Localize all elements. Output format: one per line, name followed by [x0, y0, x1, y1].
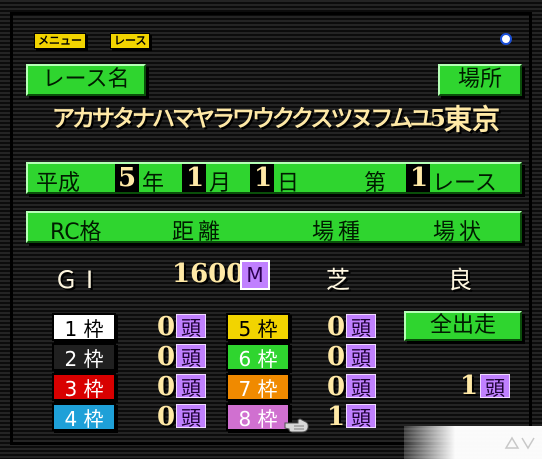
header-condition: 場状 [433, 220, 486, 245]
race-name-button[interactable]: レース名 [26, 64, 146, 96]
header-rc-grade: RC格 [50, 220, 102, 245]
header-track-type: 場種 [312, 220, 365, 245]
frame-5-badge[interactable]: 5 枠 [226, 313, 290, 341]
watermark-logo-icon [504, 436, 535, 449]
venue-button[interactable]: 場所 [438, 64, 522, 96]
race-menu-button[interactable]: レース [110, 33, 151, 49]
era-label: 平成 [36, 171, 81, 196]
menu-button[interactable]: メニュー [34, 33, 86, 49]
venue-value: 東京 [444, 103, 501, 136]
day-unit: 日 [277, 171, 300, 196]
year-unit: 年 [142, 171, 165, 196]
track-value[interactable]: 芝 [326, 260, 350, 295]
race-unit: レース [432, 171, 497, 196]
race-name-value: アカサタナハマヤラワウククスツヌフムユ5 [52, 105, 446, 132]
all-entries-button[interactable]: 全出走 [404, 311, 522, 341]
frame-2-count: 0 [156, 342, 176, 372]
circle-indicator-icon [500, 33, 512, 45]
watermark-overlay [404, 426, 550, 459]
total-count: 1 [460, 371, 479, 401]
frame-5-count: 0 [326, 312, 346, 342]
frame-3-count: 0 [156, 372, 176, 402]
frame-7-badge[interactable]: 7 枠 [226, 373, 290, 401]
header-distance: 距離 [172, 220, 225, 245]
frame-5-unit: 頭 [346, 314, 376, 340]
frame-2-unit: 頭 [176, 344, 206, 370]
day-num[interactable]: 1 [254, 163, 272, 193]
frame-1-badge[interactable]: 1 枠 [52, 313, 116, 341]
dai-label: 第 [364, 171, 387, 196]
frame-7-count: 0 [326, 372, 346, 402]
frame-3-badge[interactable]: 3 枠 [52, 373, 116, 401]
frame-1-unit: 頭 [176, 314, 206, 340]
frame-6-unit: 頭 [346, 344, 376, 370]
frame-4-count: 0 [156, 402, 176, 432]
frame-8-unit: 頭 [346, 404, 376, 430]
distance-unit: M [240, 260, 270, 290]
pointing-hand-icon [284, 416, 310, 434]
frame-8-badge[interactable]: 8 枠 [226, 403, 290, 431]
distance-value[interactable]: 1600 [172, 259, 244, 289]
frame-8-count: 1 [326, 402, 346, 432]
month-unit: 月 [209, 171, 232, 196]
frame-4-unit: 頭 [176, 404, 206, 430]
month-num[interactable]: 1 [186, 163, 204, 193]
condition-value[interactable]: 良 [448, 260, 472, 295]
frame-6-count: 0 [326, 342, 346, 372]
frame-2-badge[interactable]: 2 枠 [52, 343, 116, 371]
total-unit: 頭 [480, 374, 510, 400]
race-num[interactable]: 1 [410, 163, 428, 193]
game-screen: メニュー レース レース名 アカサタナハマヤラワウククスツヌフムユ5 場所 東京… [0, 0, 542, 459]
frame-1-count: 0 [156, 312, 176, 342]
grade-value[interactable]: ＧⅠ [54, 260, 101, 295]
frame-7-unit: 頭 [346, 374, 376, 400]
frame-4-badge[interactable]: 4 枠 [52, 403, 116, 431]
year-num[interactable]: 5 [118, 163, 136, 193]
frame-3-unit: 頭 [176, 374, 206, 400]
frame-6-badge[interactable]: 6 枠 [226, 343, 290, 371]
